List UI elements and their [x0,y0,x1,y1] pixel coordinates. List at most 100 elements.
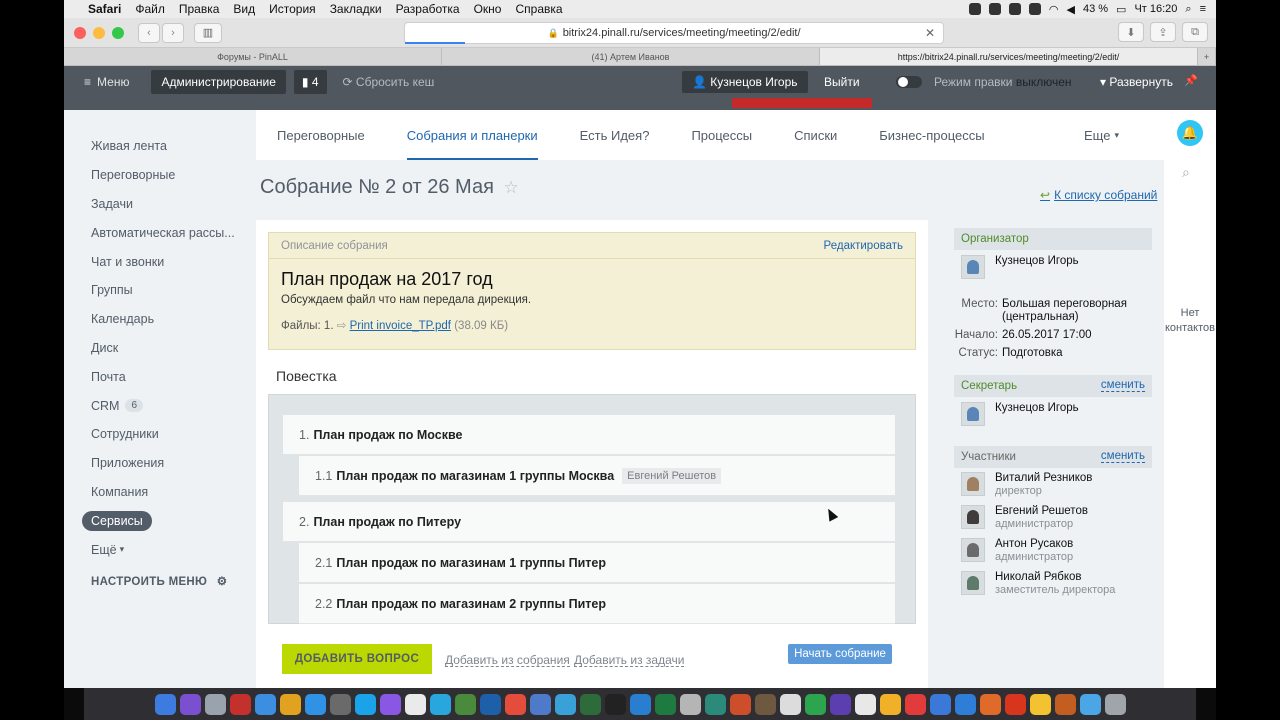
photoshop-icon[interactable] [504,693,526,715]
preview-icon[interactable] [679,693,701,715]
star-icon[interactable]: ☆ [503,178,518,197]
calendar-app-icon[interactable] [229,693,251,715]
finder-icon[interactable] [154,693,176,715]
configure-menu-button[interactable]: НАСТРОИТЬ МЕНЮ ⚙ [82,574,242,588]
left-menu-item-crm[interactable]: CRM 6 [82,391,242,420]
numbers-icon[interactable] [804,693,826,715]
current-user-button[interactable]: 👤 Кузнецов Игорь [682,71,808,93]
firefox-icon[interactable] [979,693,1001,715]
menubar-item[interactable]: История [269,2,316,16]
finder-app-icon[interactable] [454,693,476,715]
menubar-item[interactable]: Правка [179,2,220,16]
participant[interactable]: Евгений Решетов администратор [954,501,1152,534]
notes-icon[interactable] [404,693,426,715]
top-menu-item[interactable]: Списки [773,110,858,160]
organizer-person[interactable]: Кузнецов Игорь [954,250,1152,284]
mail-icon[interactable] [329,693,351,715]
participant[interactable]: Антон Русаков администратор [954,534,1152,567]
add-from-meeting-link[interactable]: Добавить из собрания [445,654,570,667]
menubar-item[interactable]: Разработка [396,2,460,16]
menubar-item[interactable]: Окно [474,2,502,16]
vk-icon[interactable] [554,693,576,715]
top-menu-more[interactable]: Еще ▾ [1063,110,1140,160]
add-question-button[interactable]: ДОБАВИТЬ ВОПРОС [282,644,432,674]
maps-icon[interactable] [704,693,726,715]
left-menu-item-more[interactable]: Ещё ▾ [82,535,242,564]
pinwheel-icon[interactable] [1054,693,1076,715]
participant[interactable]: Виталий Резников директор [954,468,1152,501]
file-link[interactable]: Print invoice_TP.pdf [350,320,451,332]
siri-icon[interactable] [179,693,201,715]
tab-overview-icon[interactable]: ⧉ [1182,22,1208,42]
administration-button[interactable]: Администрирование [151,70,286,94]
browser-tab[interactable]: (41) Артем Иванов [442,48,820,65]
keynote-icon[interactable] [929,693,951,715]
edit-mode-toggle[interactable] [896,76,922,88]
volume-icon[interactable]: ◀︎ [1067,3,1075,16]
left-menu-item[interactable]: Диск [82,334,242,363]
back-button[interactable]: ‹ [138,22,160,43]
top-menu-item[interactable]: Процессы [670,110,773,160]
minimize-window-icon[interactable] [93,26,105,39]
trash-icon[interactable] [1104,693,1126,715]
address-bar[interactable]: 🔒 bitrix24.pinall.ru/services/meeting/me… [404,22,944,44]
evernote-tray-icon[interactable] [1008,3,1021,15]
responsible-tag[interactable]: Евгений Решетов [622,467,722,484]
app-store-icon[interactable] [254,693,276,715]
books-icon[interactable] [754,693,776,715]
menubar-item[interactable]: Закладки [330,2,382,16]
norton-icon[interactable] [1029,693,1051,715]
terminal-icon[interactable] [604,693,626,715]
left-menu-item[interactable]: Задачи [82,190,242,219]
acrobat-icon[interactable] [1004,693,1026,715]
bell-icon[interactable]: 🔔 [1177,120,1203,146]
flash-icon[interactable] [904,693,926,715]
pages-icon[interactable] [854,693,876,715]
left-menu-item[interactable]: Приложения [82,449,242,478]
secretary-person[interactable]: Кузнецов Игорь [954,397,1152,431]
xcode-icon[interactable] [579,693,601,715]
back-to-list-link[interactable]: ↩ К списку собраний [1040,188,1157,202]
telegram-tray-icon[interactable] [988,3,1001,15]
menu-button[interactable]: ≡ Меню [84,75,129,89]
browser-tab-active[interactable]: https://bitrix24.pinall.ru/services/meet… [820,48,1198,65]
new-tab-icon[interactable]: + [1198,48,1216,65]
change-secretary-link[interactable]: сменить [1100,379,1145,392]
telegram-icon[interactable] [429,693,451,715]
agenda-item[interactable]: 1. План продаж по Москве [283,415,895,455]
menubar-item[interactable]: Вид [233,2,255,16]
left-menu-item[interactable]: Переговорные [82,161,242,190]
reset-cache-button[interactable]: ⟳ Сбросить кеш [343,75,435,89]
logout-button[interactable]: Выйти [824,75,860,89]
left-menu-item[interactable]: Живая лента [82,132,242,161]
battery-percent[interactable]: 43 % [1083,3,1108,15]
sidebar-toggle-icon[interactable]: ▥ [194,22,222,43]
wifi-icon[interactable]: ◠ [1049,3,1059,16]
left-menu-item[interactable]: Календарь [82,305,242,334]
safari-icon[interactable] [304,693,326,715]
menubar-app-name[interactable]: Safari [88,2,121,16]
powerpoint-icon[interactable] [729,693,751,715]
calendar-icon[interactable] [529,693,551,715]
left-menu-item[interactable]: Сотрудники [82,420,242,449]
app-icon[interactable] [954,693,976,715]
expand-button[interactable]: ▾ Развернуть [1100,75,1173,89]
agenda-subitem[interactable]: 1.1 План продаж по магазинам 1 группы Мо… [299,456,895,496]
excel-icon[interactable] [654,693,676,715]
agenda-item[interactable]: 2. План продаж по Питеру [283,502,895,542]
spotlight-icon[interactable]: ⌕ [1185,3,1191,16]
word-icon[interactable] [629,693,651,715]
share-icon[interactable]: ⇪ [1150,22,1176,42]
menubar-item[interactable]: Файл [135,2,165,16]
browser-tab[interactable]: Форумы - PinALL [64,48,442,65]
stop-loading-icon[interactable]: ✕ [925,26,935,40]
top-menu-item[interactable]: Переговорные [256,110,386,160]
textedit-icon[interactable] [779,693,801,715]
photos-icon[interactable] [479,693,501,715]
notifications-count-button[interactable]: ▮ 4 [293,70,327,94]
chrome-icon[interactable] [279,693,301,715]
downloads-icon[interactable]: ⬇ [1118,22,1144,42]
agenda-subitem[interactable]: 2.1 План продаж по магазинам 1 группы Пи… [299,543,895,583]
launchpad-icon[interactable] [204,693,226,715]
left-menu-item[interactable]: Чат и звонки [82,247,242,276]
